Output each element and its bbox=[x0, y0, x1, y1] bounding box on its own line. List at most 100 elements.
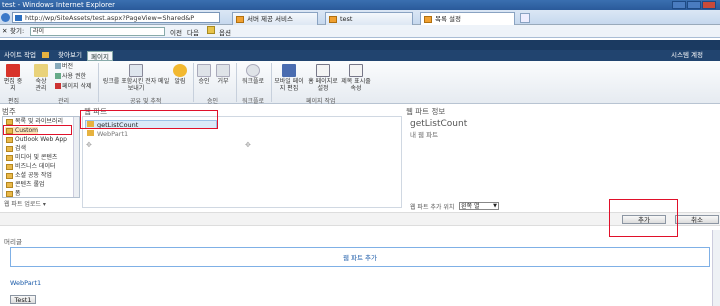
sharepoint-icon bbox=[424, 16, 432, 23]
folder-icon bbox=[6, 191, 13, 197]
title-bar-properties-button[interactable]: 제목 표시줄 속성 bbox=[341, 64, 371, 92]
cancel-button[interactable]: 취소 bbox=[675, 215, 719, 224]
drag-handle-icon: ✥ bbox=[86, 141, 92, 149]
category-search[interactable]: 검색 bbox=[5, 145, 26, 153]
info-webpart-name: getListCount bbox=[410, 119, 468, 129]
reject-icon bbox=[216, 64, 230, 77]
address-bar[interactable]: http://wp/SiteAssets/test.aspx?PageView=… bbox=[12, 12, 220, 23]
dropdown-arrow-icon: ▼ bbox=[493, 203, 497, 209]
highlight-add-button bbox=[609, 199, 678, 237]
add-to-label: 웹 파트 추가 위치 bbox=[410, 204, 455, 211]
stop-editing-button[interactable]: 편집 중지 bbox=[2, 64, 24, 92]
webpart-icon bbox=[87, 130, 94, 136]
folder-nav-icon[interactable] bbox=[42, 52, 49, 58]
folder-icon bbox=[6, 155, 13, 161]
category-business-data[interactable]: 비즈니스 데이터 bbox=[5, 163, 56, 171]
page-icon bbox=[15, 15, 22, 21]
ribbon-tabs: 사이트 작업 찾아보기 페이지 시스템 계정 bbox=[0, 50, 720, 61]
mobile-page-button[interactable]: 모바일 페이지 편집 bbox=[274, 64, 304, 92]
home-icon bbox=[316, 64, 330, 77]
stop-edit-icon bbox=[6, 64, 20, 77]
group-label-edit: 편집 bbox=[8, 98, 20, 105]
category-media-content[interactable]: 미디어 및 콘텐츠 bbox=[5, 154, 57, 162]
find-input[interactable]: 라이 bbox=[30, 27, 165, 36]
group-label-share: 공유 및 추적 bbox=[130, 98, 162, 105]
category-outlook-web-app[interactable]: Outlook Web App bbox=[5, 136, 67, 144]
version-button[interactable]: 버전 bbox=[55, 63, 73, 71]
webpart-title: WebPart1 bbox=[10, 279, 42, 287]
category-forms[interactable]: 폼 bbox=[5, 190, 21, 197]
properties-icon bbox=[349, 64, 363, 77]
permissions-button[interactable]: 사용 권한 bbox=[55, 73, 86, 81]
folder-icon bbox=[6, 182, 13, 188]
tab-page[interactable]: 페이지 bbox=[87, 51, 113, 61]
tab-browse[interactable]: 찾아보기 bbox=[55, 50, 85, 61]
page-scrollbar[interactable] bbox=[712, 230, 720, 306]
find-label: 찾기: bbox=[10, 27, 25, 35]
highlight-custom bbox=[3, 125, 72, 135]
window-titlebar: test - Windows Internet Explorer bbox=[0, 0, 720, 10]
sharepoint-icon bbox=[236, 16, 244, 23]
tab-site-actions[interactable]: 사이트 작업 bbox=[1, 50, 39, 61]
folder-icon bbox=[6, 137, 13, 143]
mobile-icon bbox=[282, 64, 296, 77]
email-link-button[interactable]: 링크를 포함시킨 전자 메일 보내기 bbox=[100, 64, 172, 92]
category-content-rollup[interactable]: 콘텐츠 롤업 bbox=[5, 181, 45, 189]
pencil-icon bbox=[207, 26, 215, 34]
alert-button[interactable]: 알림 bbox=[172, 64, 188, 85]
delete-page-button[interactable]: 페이지 삭제 bbox=[55, 83, 92, 91]
workflow-icon bbox=[246, 64, 260, 77]
email-icon bbox=[129, 64, 143, 77]
back-icon[interactable] bbox=[1, 13, 10, 22]
approve-button[interactable]: 승인 bbox=[197, 64, 211, 85]
ribbon-separator bbox=[271, 63, 272, 102]
version-icon bbox=[55, 63, 61, 69]
bell-icon bbox=[173, 64, 187, 77]
close-button[interactable] bbox=[702, 1, 716, 9]
ribbon-separator bbox=[193, 63, 194, 102]
ribbon-separator bbox=[98, 63, 99, 102]
manage-button[interactable]: 숙상 관리 bbox=[32, 64, 50, 92]
tab-server-services[interactable]: 서버 제공 서비스 bbox=[232, 12, 318, 25]
find-close-icon[interactable]: ✕ bbox=[2, 25, 7, 38]
webpart-info-panel: getListCount 내 웹 파트 웹 파트 추가 위치 bbox=[404, 116, 720, 211]
drag-handle-icon: ✥ bbox=[245, 141, 251, 149]
webpart-list: getListCount WebPart1 ✥ ✥ bbox=[82, 116, 402, 208]
minimize-button[interactable] bbox=[672, 1, 686, 9]
zone-title: 머리글 bbox=[4, 238, 22, 246]
folder-icon bbox=[6, 164, 13, 170]
find-next-button[interactable]: 다음 bbox=[187, 27, 199, 37]
ribbon-separator bbox=[236, 63, 237, 102]
window-title: test - Windows Internet Explorer bbox=[2, 1, 116, 9]
upload-webpart-link[interactable]: 웹 파트 업로드 ▾ bbox=[4, 199, 46, 208]
reject-button[interactable]: 거부 bbox=[216, 64, 230, 85]
highlight-getlistcount bbox=[80, 110, 218, 129]
find-prev-button[interactable]: 이전 bbox=[170, 27, 182, 37]
category-scrollbar[interactable] bbox=[73, 117, 79, 197]
info-webpart-desc: 내 웹 파트 bbox=[410, 131, 439, 139]
set-homepage-button[interactable]: 홈 페이지로 설정 bbox=[308, 64, 338, 92]
new-tab-button[interactable] bbox=[520, 13, 530, 23]
workflow-button[interactable]: 워크플로 bbox=[240, 64, 266, 85]
folder-icon bbox=[6, 146, 13, 152]
people-icon bbox=[55, 73, 61, 79]
add-to-zone-select[interactable]: 왼쪽 열 ▼ bbox=[459, 202, 499, 210]
page-icon bbox=[34, 64, 48, 77]
sharepoint-icon bbox=[329, 16, 337, 23]
category-social-collaboration[interactable]: 소셜 공동 작업 bbox=[5, 172, 52, 180]
group-label-manage: 관리 bbox=[58, 98, 70, 105]
account-menu[interactable]: 시스템 계정 bbox=[668, 50, 706, 61]
find-options-button[interactable]: 옵션 bbox=[219, 27, 231, 37]
tab-list-settings[interactable]: 목록 설정 bbox=[420, 12, 515, 25]
delete-icon bbox=[55, 83, 61, 89]
folder-icon bbox=[6, 173, 13, 179]
group-label-approve: 승인 bbox=[207, 98, 219, 105]
tab-test[interactable]: test bbox=[325, 12, 413, 25]
suite-bar bbox=[0, 40, 720, 50]
check-icon bbox=[197, 64, 211, 77]
maximize-button[interactable] bbox=[687, 1, 701, 9]
test1-button[interactable]: Test1 bbox=[10, 295, 36, 304]
add-webpart-zone[interactable]: 웹 파트 추가 bbox=[10, 247, 710, 267]
group-label-page-actions: 페이지 작업 bbox=[306, 98, 336, 105]
webpart-item-webpart1[interactable]: WebPart1 bbox=[97, 130, 128, 138]
